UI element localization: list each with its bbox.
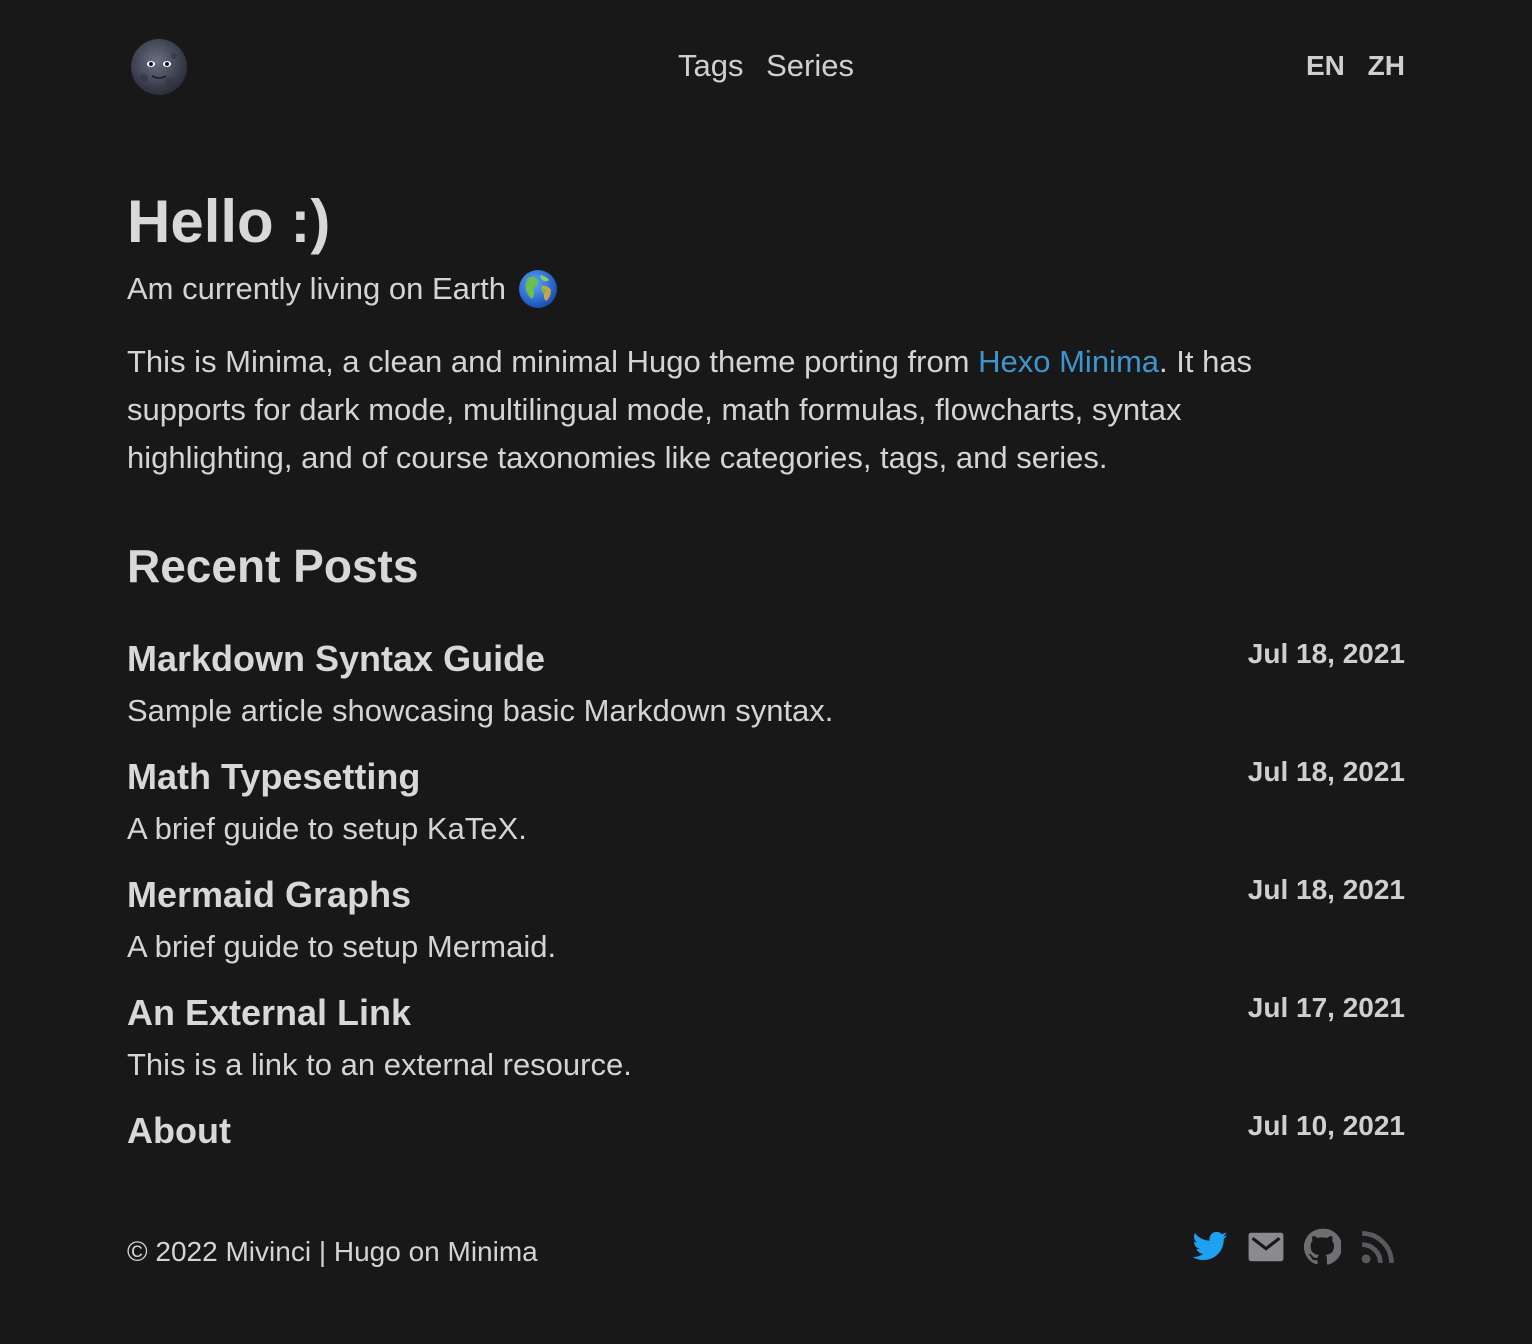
post-date: Jul 18, 2021 — [1247, 638, 1405, 669]
email-link[interactable] — [1247, 1228, 1285, 1266]
site-header: Tags Series EN ZH — [127, 0, 1405, 132]
post-summary: Sample article showcasing basic Markdown… — [127, 693, 834, 728]
mail-icon — [1248, 1232, 1284, 1262]
language-switcher: EN ZH — [1291, 46, 1405, 86]
twitter-icon — [1192, 1231, 1228, 1260]
post-date: Jul 10, 2021 — [1247, 1110, 1405, 1141]
post-title-link[interactable]: Math Typesetting — [127, 754, 420, 800]
post-summary: A brief guide to setup KaTeX. — [127, 811, 527, 846]
lang-zh[interactable]: ZH — [1368, 50, 1405, 81]
hexo-minima-link[interactable]: Hexo Minima — [978, 344, 1159, 379]
recent-posts-heading: Recent Posts — [127, 540, 419, 592]
main-nav: Tags Series — [127, 46, 1405, 86]
list-item: Math Typesetting Jul 18, 2021 A brief gu… — [127, 754, 1405, 872]
post-date: Jul 18, 2021 — [1247, 756, 1405, 787]
post-summary: This is a link to an external resource. — [127, 1047, 632, 1082]
post-title-link[interactable]: An External Link — [127, 990, 411, 1036]
earth-globe-icon — [519, 270, 558, 308]
rss-icon — [1361, 1231, 1394, 1264]
post-title-link[interactable]: About — [127, 1108, 231, 1154]
site-footer: © 2022 Mivinci | Hugo on Minima — [127, 1228, 1405, 1278]
copyright-text: © 2022 Mivinci | Hugo on Minima — [127, 1236, 538, 1267]
intro-subtitle-text: Am currently living on Earth — [127, 271, 507, 306]
post-title-link[interactable]: Markdown Syntax Guide — [127, 636, 545, 682]
page: Tags Series EN ZH Hello :) Am currently … — [127, 0, 1405, 1267]
post-title-link[interactable]: Mermaid Graphs — [127, 872, 411, 918]
list-item: Markdown Syntax Guide Jul 18, 2021 Sampl… — [127, 636, 1405, 754]
github-link[interactable] — [1303, 1228, 1341, 1266]
post-date: Jul 17, 2021 — [1247, 992, 1405, 1023]
list-item: Mermaid Graphs Jul 18, 2021 A brief guid… — [127, 872, 1405, 990]
description-text-1: This is Minima, a clean and minimal Hugo… — [127, 344, 979, 379]
list-item: About Jul 10, 2021 — [127, 1108, 1405, 1226]
nav-series[interactable]: Series — [766, 48, 854, 83]
social-links — [1191, 1228, 1397, 1266]
page-title: Hello :) — [127, 188, 331, 255]
post-list: Markdown Syntax Guide Jul 18, 2021 Sampl… — [127, 636, 1405, 1226]
twitter-link[interactable] — [1191, 1228, 1229, 1266]
post-summary: A brief guide to setup Mermaid. — [127, 929, 557, 964]
post-date: Jul 18, 2021 — [1247, 874, 1405, 905]
intro-subtitle: Am currently living on Earth — [127, 266, 558, 312]
lang-en[interactable]: EN — [1306, 50, 1345, 81]
nav-tags[interactable]: Tags — [678, 48, 743, 83]
github-icon — [1303, 1228, 1341, 1265]
rss-link[interactable] — [1359, 1228, 1397, 1266]
list-item: An External Link Jul 17, 2021 This is a … — [127, 990, 1405, 1108]
intro-description: This is Minima, a clean and minimal Hugo… — [127, 338, 1327, 482]
